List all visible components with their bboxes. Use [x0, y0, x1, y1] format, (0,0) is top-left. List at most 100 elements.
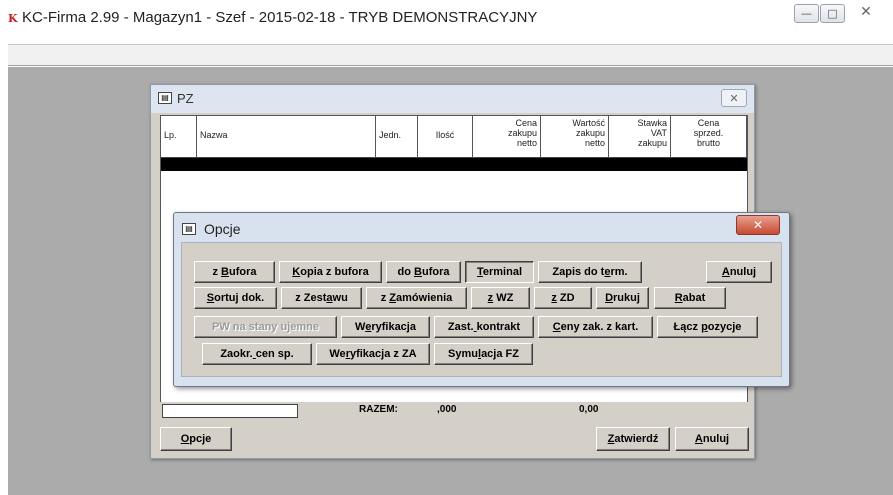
opcje-btn-łącz-pozycje[interactable]: Łącz pozycje [657, 316, 758, 338]
column-header-1[interactable]: Nazwa [197, 116, 376, 158]
button-label-part: WZ [493, 292, 514, 304]
button-label-part: ortuj dok. [214, 292, 265, 304]
button-label-part: W [355, 321, 366, 333]
column-header-text: Wartość [572, 118, 605, 128]
button-label-part: cen sp. [255, 348, 294, 360]
grid-selected-row[interactable] [161, 158, 747, 171]
opcje-btn-zapis-do-term-[interactable]: Zapis do term. [538, 261, 642, 283]
opcje-btn-rabat[interactable]: Rabat [654, 287, 726, 309]
opcje-close-button[interactable]: ✕ [736, 215, 780, 235]
column-header-text: Cena [697, 118, 720, 128]
opcje-title: Opcje [204, 221, 241, 237]
pz-close-button[interactable]: ✕ [721, 89, 747, 107]
opcje-btn-pw-na-stany-ujemne[interactable]: PW na stany ujemne [194, 316, 337, 338]
column-header-text: zakupu [637, 138, 667, 148]
totals-quantity: ,000 [437, 404, 457, 415]
button-label-part: abat [682, 292, 706, 304]
column-header-text: Lp. [164, 130, 177, 140]
zatwierdz-label: atwierdź [614, 433, 659, 445]
button-label-part: kontrakt [476, 321, 521, 333]
totals-value: 0,00 [579, 404, 599, 415]
opcje-btn-z-zestawu[interactable]: z Zestawu [281, 287, 362, 309]
column-header-7[interactable]: Cena sprzed. brutto [671, 116, 747, 158]
column-header-text: Nazwa [200, 130, 228, 140]
button-label-part: We [329, 348, 346, 360]
opcje-body: z Bufora Kopia z bufora do Bufora Terminal Z… [181, 242, 782, 377]
close-icon: ✕ [860, 3, 872, 20]
minimize-button[interactable]: — [794, 4, 819, 23]
button-label-part: z [212, 266, 222, 278]
column-header-text: brutto [696, 138, 720, 148]
opcje-btn-sortuj-dok-[interactable]: Sortuj dok. [194, 287, 277, 309]
button-label-part: rm. [610, 266, 628, 278]
button-label-part: ryfikacja [371, 321, 416, 333]
button-label-part: Łącz [673, 321, 702, 333]
button-label-part: do [397, 266, 415, 278]
button-label-part: ufora [421, 266, 450, 278]
opcje-btn-symulacja-fz[interactable]: Symulacja FZ [434, 343, 533, 365]
column-header-4[interactable]: Cena zakupu netto [473, 116, 541, 158]
button-label-part: C [552, 321, 561, 333]
totals-label: RAZEM: [359, 404, 398, 415]
menu-bar [8, 44, 893, 66]
column-header-text: netto [516, 138, 537, 148]
pz-title: PZ [177, 91, 194, 106]
opcje-btn-anuluj[interactable]: Anuluj [706, 261, 772, 283]
opcje-label-first: O [180, 433, 190, 445]
anuluj-accel: A [694, 433, 703, 445]
button-label-part: ufora [229, 266, 257, 278]
button-label-part: acja FZ [481, 348, 519, 360]
button-label-part: rukuj [613, 292, 640, 304]
opcje-button[interactable]: Opcje [160, 427, 232, 451]
opcje-btn-z-zd[interactable]: z ZD [534, 287, 592, 309]
totals-row: RAZEM: ,000 0,00 [160, 402, 748, 420]
column-header-5[interactable]: Wartość zakupu netto [541, 116, 609, 158]
opcje-btn-weryfikacja[interactable]: Weryfikacja [341, 316, 430, 338]
button-label-part: Z [389, 292, 397, 304]
totals-input[interactable] [162, 404, 298, 418]
anuluj-button[interactable]: Anuluj [675, 427, 749, 451]
opcje-btn-do-bufora[interactable]: do Bufora [386, 261, 461, 283]
button-label-part: PW na stany u [212, 321, 288, 333]
anuluj-label: nuluj [702, 433, 730, 445]
button-label-part: Zapis do t [552, 266, 605, 278]
opcje-btn-z-zamówienia[interactable]: z Zamówienia [366, 287, 467, 309]
button-label-part: z [380, 292, 390, 304]
button-label-part: S [206, 292, 215, 304]
column-header-text: sprzed. [693, 128, 724, 138]
close-button[interactable]: ✕ [852, 2, 880, 21]
button-label-part: z Zest [295, 292, 327, 304]
opcje-btn-z-bufora[interactable]: z Bufora [194, 261, 275, 283]
button-label-part: nuluj [729, 266, 757, 278]
zatwierdz-button[interactable]: Zatwierdź [596, 427, 670, 451]
column-header-text: VAT [650, 128, 667, 138]
opcje-label: pcje [189, 433, 212, 445]
opcje-btn-kopia-z-bufora[interactable]: Kopia z bufora [279, 261, 382, 283]
close-icon: ✕ [752, 218, 764, 232]
column-header-2[interactable]: Jedn. [376, 116, 418, 158]
minimize-icon: — [801, 7, 812, 20]
column-header-text: Jedn. [379, 130, 402, 140]
button-label-part: ZD [556, 292, 575, 304]
column-header-text: Cena [515, 118, 537, 128]
opcje-btn-z-wz[interactable]: z WZ [471, 287, 530, 309]
column-header-3[interactable]: Ilość [418, 116, 473, 158]
maximize-button[interactable]: □ [820, 4, 845, 23]
opcje-btn-zaokr-cen-sp-[interactable]: Zaokr. cen sp. [202, 343, 312, 365]
column-header-text: zakupu [507, 128, 537, 138]
opcje-btn-zast-kontrakt[interactable]: Zast. kontrakt [434, 316, 534, 338]
opcje-btn-drukuj[interactable]: Drukuj [596, 287, 649, 309]
button-label-part: B [221, 266, 229, 278]
button-label-part: ozycje [707, 321, 742, 333]
column-header-6[interactable]: Stawka VAT zakupu [609, 116, 671, 158]
opcje-btn-weryfikacja-z-za[interactable]: Weryfikacja z ZA [316, 343, 430, 365]
button-label-part: Zaokr. [220, 348, 253, 360]
opcje-dialog: ▤ Opcje ✕ z Bufora Kopia z bufora do Bufor… [173, 212, 790, 387]
opcje-btn-ceny-zak-z-kart-[interactable]: Ceny zak. z kart. [538, 316, 653, 338]
button-label-part: erminal [482, 266, 523, 278]
window-title: KC-Firma 2.99 - Magazyn1 - Szef - 2015-0… [22, 9, 538, 26]
button-label-part: R [674, 292, 683, 304]
column-header-0[interactable]: Lp. [161, 116, 197, 158]
column-header-text: Stawka [637, 118, 667, 128]
opcje-btn-terminal[interactable]: Terminal [465, 261, 534, 283]
